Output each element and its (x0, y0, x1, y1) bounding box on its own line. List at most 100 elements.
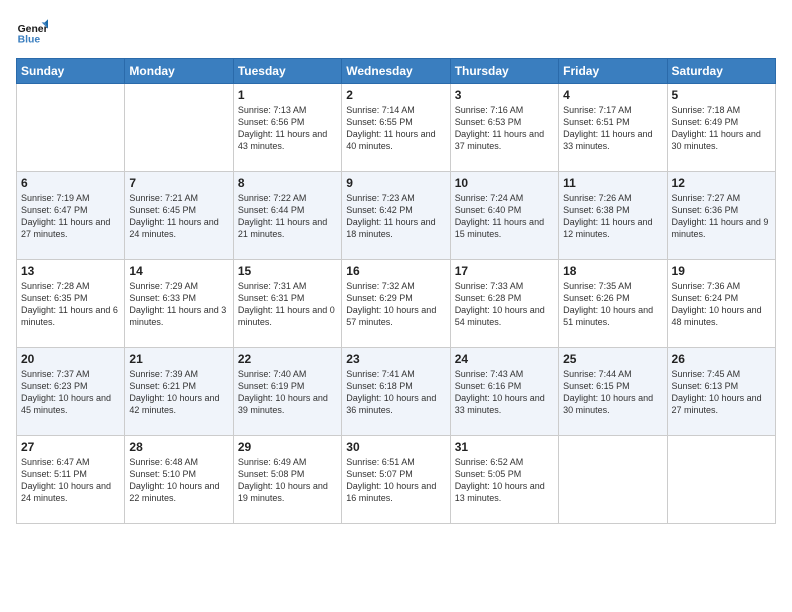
day-info: Sunrise: 7:24 AM Sunset: 6:40 PM Dayligh… (455, 192, 554, 241)
calendar-cell: 16 Sunrise: 7:32 AM Sunset: 6:29 PM Dayli… (342, 260, 450, 348)
calendar-cell: 19 Sunrise: 7:36 AM Sunset: 6:24 PM Dayli… (667, 260, 775, 348)
day-number: 15 (238, 264, 337, 278)
calendar-week-row: 20 Sunrise: 7:37 AM Sunset: 6:23 PM Dayli… (17, 348, 776, 436)
day-info: Sunrise: 7:28 AM Sunset: 6:35 PM Dayligh… (21, 280, 120, 329)
calendar-cell: 7 Sunrise: 7:21 AM Sunset: 6:45 PM Daylig… (125, 172, 233, 260)
day-number: 14 (129, 264, 228, 278)
day-number: 13 (21, 264, 120, 278)
calendar-week-row: 1Sunrise: 7:13 AM Sunset: 6:56 PM Daylig… (17, 84, 776, 172)
calendar-cell: 30Sunrise: 6:51 AM Sunset: 5:07 PM Dayli… (342, 436, 450, 524)
calendar-cell: 3 Sunrise: 7:16 AM Sunset: 6:53 PM Daylig… (450, 84, 558, 172)
day-info: Sunrise: 7:17 AM Sunset: 6:51 PM Dayligh… (563, 104, 662, 153)
calendar-cell: 28 Sunrise: 6:48 AM Sunset: 5:10 PM Dayli… (125, 436, 233, 524)
calendar-cell (17, 84, 125, 172)
day-number: 1 (238, 88, 337, 102)
calendar-cell: 21 Sunrise: 7:39 AM Sunset: 6:21 PM Dayli… (125, 348, 233, 436)
day-number: 23 (346, 352, 445, 366)
day-number: 6 (21, 176, 120, 190)
day-number: 2 (346, 88, 445, 102)
calendar-week-row: 27 Sunrise: 6:47 AM Sunset: 5:11 PM Dayli… (17, 436, 776, 524)
calendar-cell: 22 Sunrise: 7:40 AM Sunset: 6:19 PM Dayli… (233, 348, 341, 436)
calendar-cell: 13 Sunrise: 7:28 AM Sunset: 6:35 PM Dayli… (17, 260, 125, 348)
svg-text:Blue: Blue (18, 34, 41, 45)
day-info: Sunrise: 7:39 AM Sunset: 6:21 PM Dayligh… (129, 368, 228, 417)
calendar-cell: 6 Sunrise: 7:19 AM Sunset: 6:47 PM Daylig… (17, 172, 125, 260)
day-info: Sunrise: 7:31 AM Sunset: 6:31 PM Dayligh… (238, 280, 337, 329)
day-info: Sunrise: 7:27 AM Sunset: 6:36 PM Dayligh… (672, 192, 771, 241)
calendar-cell: 25 Sunrise: 7:44 AM Sunset: 6:15 PM Dayli… (559, 348, 667, 436)
day-info: Sunrise: 7:21 AM Sunset: 6:45 PM Dayligh… (129, 192, 228, 241)
day-number: 3 (455, 88, 554, 102)
day-info: Sunrise: 7:36 AM Sunset: 6:24 PM Dayligh… (672, 280, 771, 329)
day-number: 11 (563, 176, 662, 190)
weekday-header: Sunday (17, 59, 125, 84)
calendar-cell: 26Sunrise: 7:45 AM Sunset: 6:13 PM Dayli… (667, 348, 775, 436)
calendar-cell: 9 Sunrise: 7:23 AM Sunset: 6:42 PM Daylig… (342, 172, 450, 260)
day-info: Sunrise: 7:40 AM Sunset: 6:19 PM Dayligh… (238, 368, 337, 417)
calendar-week-row: 6 Sunrise: 7:19 AM Sunset: 6:47 PM Daylig… (17, 172, 776, 260)
day-number: 7 (129, 176, 228, 190)
calendar-cell (559, 436, 667, 524)
day-number: 9 (346, 176, 445, 190)
day-info: Sunrise: 7:37 AM Sunset: 6:23 PM Dayligh… (21, 368, 120, 417)
calendar-cell: 29 Sunrise: 6:49 AM Sunset: 5:08 PM Dayli… (233, 436, 341, 524)
weekday-header: Monday (125, 59, 233, 84)
day-number: 27 (21, 440, 120, 454)
calendar-cell (125, 84, 233, 172)
day-info: Sunrise: 7:22 AM Sunset: 6:44 PM Dayligh… (238, 192, 337, 241)
header-row: SundayMondayTuesdayWednesdayThursdayFrid… (17, 59, 776, 84)
day-number: 25 (563, 352, 662, 366)
page-header: General Blue (16, 16, 776, 48)
day-number: 4 (563, 88, 662, 102)
calendar-cell: 8Sunrise: 7:22 AM Sunset: 6:44 PM Daylig… (233, 172, 341, 260)
day-info: Sunrise: 7:26 AM Sunset: 6:38 PM Dayligh… (563, 192, 662, 241)
day-number: 19 (672, 264, 771, 278)
calendar-cell: 24 Sunrise: 7:43 AM Sunset: 6:16 PM Dayli… (450, 348, 558, 436)
calendar-cell: 1Sunrise: 7:13 AM Sunset: 6:56 PM Daylig… (233, 84, 341, 172)
svg-text:General: General (18, 24, 48, 35)
day-info: Sunrise: 7:32 AM Sunset: 6:29 PM Dayligh… (346, 280, 445, 329)
day-info: Sunrise: 6:48 AM Sunset: 5:10 PM Dayligh… (129, 456, 228, 505)
day-info: Sunrise: 7:14 AM Sunset: 6:55 PM Dayligh… (346, 104, 445, 153)
calendar-cell: 23 Sunrise: 7:41 AM Sunset: 6:18 PM Dayli… (342, 348, 450, 436)
day-number: 26 (672, 352, 771, 366)
day-number: 20 (21, 352, 120, 366)
day-info: Sunrise: 7:16 AM Sunset: 6:53 PM Dayligh… (455, 104, 554, 153)
day-number: 21 (129, 352, 228, 366)
calendar-cell: 15 Sunrise: 7:31 AM Sunset: 6:31 PM Dayli… (233, 260, 341, 348)
day-number: 28 (129, 440, 228, 454)
day-info: Sunrise: 7:23 AM Sunset: 6:42 PM Dayligh… (346, 192, 445, 241)
day-info: Sunrise: 6:49 AM Sunset: 5:08 PM Dayligh… (238, 456, 337, 505)
calendar-cell: 2 Sunrise: 7:14 AM Sunset: 6:55 PM Daylig… (342, 84, 450, 172)
day-number: 5 (672, 88, 771, 102)
day-number: 24 (455, 352, 554, 366)
logo: General Blue (16, 16, 52, 48)
weekday-header: Thursday (450, 59, 558, 84)
day-number: 29 (238, 440, 337, 454)
calendar-cell: 31 Sunrise: 6:52 AM Sunset: 5:05 PM Dayli… (450, 436, 558, 524)
calendar-cell: 5Sunrise: 7:18 AM Sunset: 6:49 PM Daylig… (667, 84, 775, 172)
day-number: 17 (455, 264, 554, 278)
day-number: 22 (238, 352, 337, 366)
calendar-cell: 4 Sunrise: 7:17 AM Sunset: 6:51 PM Daylig… (559, 84, 667, 172)
calendar-cell: 10 Sunrise: 7:24 AM Sunset: 6:40 PM Dayli… (450, 172, 558, 260)
weekday-header: Friday (559, 59, 667, 84)
weekday-header: Tuesday (233, 59, 341, 84)
day-info: Sunrise: 6:47 AM Sunset: 5:11 PM Dayligh… (21, 456, 120, 505)
day-info: Sunrise: 7:29 AM Sunset: 6:33 PM Dayligh… (129, 280, 228, 329)
day-info: Sunrise: 7:41 AM Sunset: 6:18 PM Dayligh… (346, 368, 445, 417)
day-info: Sunrise: 7:44 AM Sunset: 6:15 PM Dayligh… (563, 368, 662, 417)
day-info: Sunrise: 7:19 AM Sunset: 6:47 PM Dayligh… (21, 192, 120, 241)
calendar-table: SundayMondayTuesdayWednesdayThursdayFrid… (16, 58, 776, 524)
calendar-cell (667, 436, 775, 524)
day-number: 18 (563, 264, 662, 278)
day-info: Sunrise: 7:43 AM Sunset: 6:16 PM Dayligh… (455, 368, 554, 417)
day-number: 16 (346, 264, 445, 278)
logo-icon: General Blue (16, 16, 48, 48)
day-number: 31 (455, 440, 554, 454)
day-info: Sunrise: 6:52 AM Sunset: 5:05 PM Dayligh… (455, 456, 554, 505)
calendar-cell: 18 Sunrise: 7:35 AM Sunset: 6:26 PM Dayli… (559, 260, 667, 348)
weekday-header: Saturday (667, 59, 775, 84)
day-number: 10 (455, 176, 554, 190)
day-info: Sunrise: 7:35 AM Sunset: 6:26 PM Dayligh… (563, 280, 662, 329)
